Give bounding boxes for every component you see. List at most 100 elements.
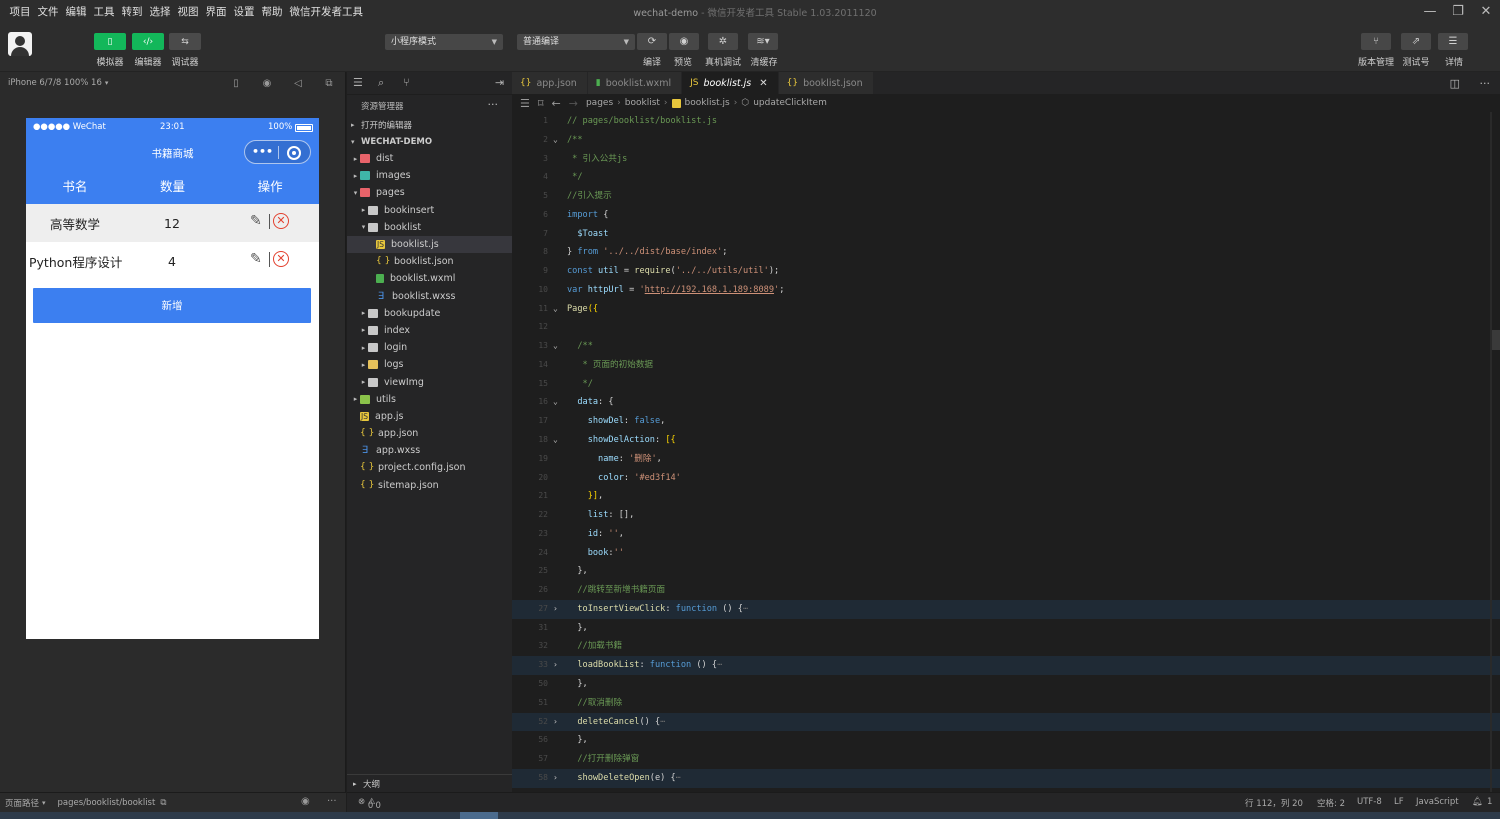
tree-item[interactable]: ▸ bookupdate — [347, 305, 512, 322]
menu-item[interactable]: 微信开发者工具 — [286, 4, 367, 19]
compile-button[interactable]: ⟳ — [637, 33, 667, 50]
editor-tab[interactable]: JS booklist.js ✕ — [682, 72, 779, 94]
menu-item[interactable]: 工具 — [90, 4, 118, 19]
fold-closed-icon[interactable]: › — [553, 769, 558, 788]
delete-icon[interactable]: ✕ — [273, 251, 289, 267]
problems-indicator[interactable]: ⊗ 0 ⚠ 0 — [358, 797, 381, 811]
eol-setting[interactable]: LF — [1394, 797, 1404, 807]
real-debug-button[interactable]: ✲ — [708, 33, 738, 50]
tree-item[interactable]: { } booklist.json — [347, 253, 512, 270]
more-icon[interactable]: ··· — [327, 796, 337, 807]
menu-item[interactable]: 编辑 — [62, 4, 90, 19]
editor-tab[interactable]: ▮ booklist.wxml — [587, 72, 683, 94]
fold-closed-icon[interactable]: › — [553, 656, 558, 675]
files-icon[interactable]: ☰ — [353, 76, 363, 89]
forward-arrow-icon[interactable]: → — [569, 97, 578, 110]
copy-icon[interactable]: ⧉ — [160, 798, 166, 808]
open-editors-section[interactable]: ▸ 打开的编辑器 — [347, 116, 512, 133]
editor-tab[interactable]: {} booklist.json — [778, 72, 874, 94]
tree-item[interactable]: { } project.config.json — [347, 459, 512, 476]
details-button[interactable]: ☰ — [1438, 33, 1468, 50]
cursor-position[interactable]: 行 112，列 20 — [1245, 797, 1303, 809]
indent-setting[interactable]: 空格: 2 — [1317, 797, 1345, 809]
popout-icon[interactable]: ⧉ — [322, 76, 336, 90]
fold-closed-icon[interactable]: › — [553, 600, 558, 619]
editor-toggle-button[interactable]: ‹/› — [132, 33, 164, 50]
tree-item[interactable]: { } sitemap.json — [347, 477, 512, 494]
tree-item[interactable]: ▸ images — [347, 167, 512, 184]
split-editor-icon[interactable]: ◫ — [1450, 77, 1460, 90]
more-icon[interactable]: ··· — [1480, 77, 1491, 90]
menu-item[interactable]: 文件 — [34, 4, 62, 19]
restore-icon[interactable]: ❐ — [1444, 0, 1472, 22]
vertical-scrollbar[interactable] — [1490, 112, 1492, 792]
more-dots-icon[interactable]: ••• — [252, 145, 273, 159]
eye-icon[interactable]: ◉ — [301, 796, 310, 807]
tree-item[interactable]: ▾ pages — [347, 184, 512, 201]
language-mode[interactable]: JavaScript — [1416, 797, 1459, 807]
volume-icon[interactable]: ◁ — [291, 76, 305, 90]
fold-open-icon[interactable]: ⌄ — [553, 131, 558, 150]
code-area[interactable]: 1 // pages/booklist/booklist.js 2 ⌄ /** 3 * 引… — [512, 112, 1500, 792]
breadcrumb-item[interactable]: booklist.js — [685, 98, 730, 108]
menu-item[interactable]: 视图 — [174, 4, 202, 19]
device-select[interactable]: iPhone 6/7/8 100% 16 — [8, 78, 102, 88]
version-button[interactable]: ⑂ — [1361, 33, 1391, 50]
menu-item[interactable]: 转到 — [118, 4, 146, 19]
back-arrow-icon[interactable]: ← — [552, 97, 561, 110]
breadcrumb-item[interactable]: booklist — [625, 98, 660, 108]
tree-item[interactable]: ▸ dist — [347, 150, 512, 167]
record-icon[interactable]: ◉ — [260, 76, 274, 90]
avatar[interactable] — [8, 32, 32, 56]
fold-open-icon[interactable]: ⌄ — [553, 393, 558, 412]
tree-item[interactable]: ▸ viewImg — [347, 373, 512, 390]
tree-item[interactable]: ▸ index — [347, 322, 512, 339]
editor-tab[interactable]: {} app.json — [512, 72, 588, 94]
more-icon[interactable]: ··· — [488, 98, 499, 111]
test-account-button[interactable]: ⇗ — [1401, 33, 1431, 50]
encoding-setting[interactable]: UTF-8 — [1357, 797, 1382, 807]
breadcrumb-item[interactable]: updateClickItem — [753, 98, 827, 108]
list-icon[interactable]: ☰ — [520, 97, 530, 110]
compile-select[interactable]: 普通编译 ▼ — [517, 34, 635, 50]
collapse-panel-icon[interactable]: ⇥ — [495, 76, 504, 89]
outline-section[interactable]: ▸ 大纲 — [347, 774, 512, 792]
search-icon[interactable]: ⌕ — [378, 76, 384, 90]
clear-cache-button[interactable]: ≋▾ — [748, 33, 778, 50]
edit-icon[interactable]: ✎ — [250, 251, 266, 267]
bookmark-icon[interactable]: ⌑ — [538, 97, 544, 110]
minimize-icon[interactable]: — — [1416, 0, 1444, 22]
tree-item[interactable]: { } app.json — [347, 425, 512, 442]
tree-item[interactable]: ∃ booklist.wxss — [347, 288, 512, 305]
mode-select[interactable]: 小程序模式 ▼ — [385, 34, 503, 50]
project-section[interactable]: ▾ WECHAT-DEMO — [347, 133, 512, 150]
add-book-button[interactable]: 新增 — [33, 288, 311, 323]
page-path-label[interactable]: 页面路径 — [5, 797, 39, 809]
simulator-toggle-button[interactable]: ▯ — [94, 33, 126, 50]
menu-item[interactable]: 选择 — [146, 4, 174, 19]
bell-icon[interactable]: 🔔︎ — [1472, 797, 1483, 807]
fold-closed-icon[interactable]: › — [553, 713, 558, 732]
menu-item[interactable]: 设置 — [230, 4, 258, 19]
menu-item[interactable]: 帮助 — [258, 4, 286, 19]
menu-item[interactable]: 界面 — [202, 4, 230, 19]
close-target-icon[interactable] — [287, 146, 301, 160]
tree-item[interactable]: ▸ login — [347, 339, 512, 356]
breadcrumb-item[interactable]: pages — [586, 98, 613, 108]
delete-icon[interactable]: ✕ — [273, 213, 289, 229]
menu-item[interactable]: 项目 — [6, 4, 34, 19]
capsule-menu[interactable]: ••• — [244, 140, 311, 164]
phone-outline-icon[interactable]: ▯ — [229, 76, 243, 90]
tree-item[interactable]: ∃ app.wxss — [347, 442, 512, 459]
source-control-icon[interactable]: ⑂ — [403, 76, 410, 89]
tree-item[interactable]: ▸ utils — [347, 391, 512, 408]
close-tab-icon[interactable]: ✕ — [759, 78, 767, 89]
tree-item[interactable]: ▸ logs — [347, 356, 512, 373]
close-icon[interactable]: ✕ — [1472, 0, 1500, 22]
tree-item[interactable]: ▾ booklist — [347, 219, 512, 236]
debugger-toggle-button[interactable]: ⇆ — [169, 33, 201, 50]
tree-item[interactable]: ▸ bookinsert — [347, 202, 512, 219]
fold-open-icon[interactable]: ⌄ — [553, 337, 558, 356]
edit-icon[interactable]: ✎ — [250, 213, 266, 229]
tree-item[interactable]: booklist.wxml — [347, 270, 512, 287]
